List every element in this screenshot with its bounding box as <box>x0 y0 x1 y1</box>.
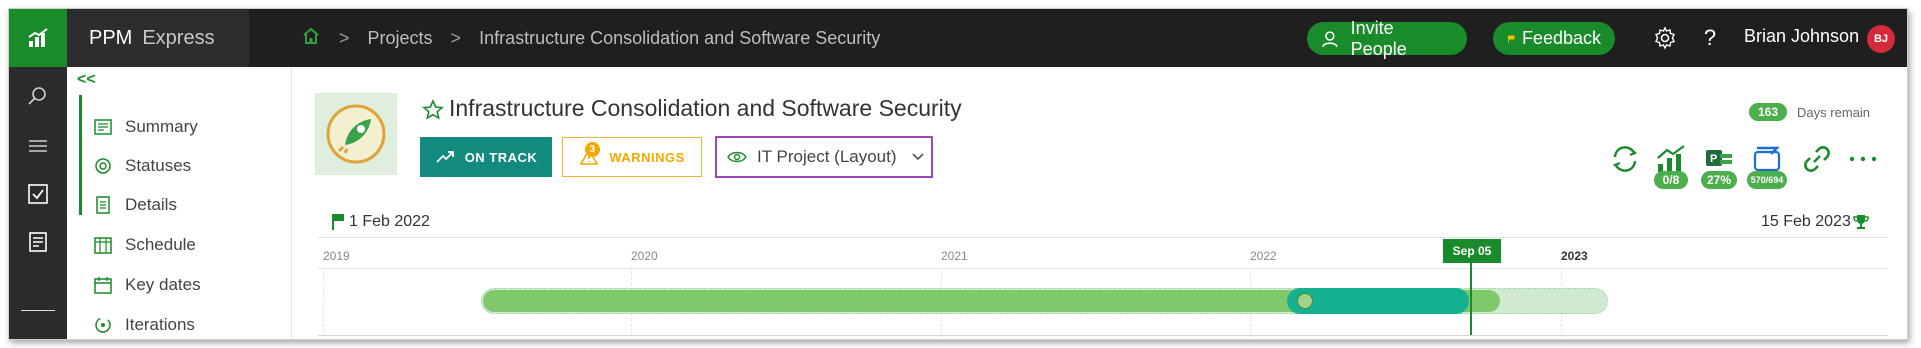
timeline-axis <box>318 237 1888 269</box>
brand[interactable]: PPM Express <box>67 9 249 67</box>
eye-icon <box>727 151 747 163</box>
sync-badge: 570/694 <box>1747 171 1787 189</box>
nav-label: Iterations <box>125 315 195 334</box>
checkbox-icon[interactable] <box>23 179 53 209</box>
warnings-button[interactable]: 3 WARNINGS <box>562 137 702 177</box>
nav-item-schedule[interactable]: Schedule <box>93 231 196 259</box>
app-window: PPM Express > Projects > Infrastructure … <box>8 8 1908 340</box>
rail-divider <box>21 310 55 311</box>
link-icon[interactable] <box>1799 141 1835 177</box>
warnings-count: 3 <box>585 142 600 157</box>
project-nav: << Summary Statuses Details Schedule Key… <box>67 67 292 339</box>
timeline-bottom-rule <box>318 335 1888 336</box>
nav-label: Details <box>125 195 177 214</box>
breadcrumb-projects[interactable]: Projects <box>368 28 433 49</box>
nav-label: Schedule <box>125 235 196 254</box>
today-label: Sep 05 <box>1443 239 1501 263</box>
project-image[interactable] <box>315 93 397 175</box>
year-label: 2021 <box>941 249 968 263</box>
project-title: Infrastructure Consolidation and Softwar… <box>449 95 962 121</box>
person-icon <box>1322 30 1338 47</box>
nav-label: Summary <box>125 117 198 136</box>
status-label: ON TRACK <box>464 149 538 165</box>
timeline-start-label: 1 Feb 2022 <box>349 213 430 230</box>
user-name[interactable]: Brian Johnson <box>1744 26 1859 47</box>
statuses-icon <box>93 156 113 176</box>
year-label: 2022 <box>1250 249 1277 263</box>
help-icon[interactable]: ? <box>1695 23 1725 53</box>
warnings-label: WARNINGS <box>609 149 685 165</box>
nav-label: Key dates <box>125 275 201 294</box>
app-logo[interactable] <box>9 9 67 67</box>
details-icon <box>93 195 113 215</box>
top-bar: PPM Express > Projects > Infrastructure … <box>9 9 1907 67</box>
timeline-end-label: 15 Feb 2023 <box>1761 213 1851 230</box>
year-label: 2023 <box>1561 249 1588 263</box>
timeline-end: 15 Feb 2023 <box>1761 213 1869 231</box>
feedback-button[interactable]: Feedback <box>1493 22 1615 55</box>
refresh-icon[interactable] <box>1607 141 1643 177</box>
breadcrumb-current: Infrastructure Consolidation and Softwar… <box>479 27 881 48</box>
timeline-start: 1 Feb 2022 <box>331 213 430 231</box>
key-dates-icon <box>93 275 113 295</box>
milestone-icon[interactable] <box>1297 293 1313 309</box>
invite-label: Invite People <box>1350 17 1407 59</box>
menu-icon[interactable] <box>23 131 53 161</box>
report-icon[interactable] <box>23 227 53 257</box>
days-label: Days remain <box>1797 104 1870 120</box>
breadcrumb: > Projects > Infrastructure Consolidatio… <box>301 9 880 67</box>
nav-item-iterations[interactable]: Iterations <box>93 311 195 339</box>
left-rail <box>9 67 67 339</box>
nav-item-statuses[interactable]: Statuses <box>93 152 191 180</box>
flag-start-icon <box>332 214 344 230</box>
year-label: 2019 <box>323 249 350 263</box>
nav-item-details[interactable]: Details <box>93 191 177 219</box>
nav-label: Statuses <box>125 156 192 175</box>
chevron-right-icon: > <box>339 27 350 48</box>
timeline-current-phase-bar[interactable] <box>1287 288 1469 314</box>
trophy-icon <box>1852 215 1869 229</box>
today-marker <box>1470 261 1472 335</box>
rocket-icon <box>326 104 386 164</box>
metrics-badge: 0/8 <box>1654 171 1688 189</box>
invite-people-button[interactable]: Invite People <box>1307 18 1467 59</box>
progress-badge: 27% <box>1701 171 1737 189</box>
brand-sub: Express <box>142 26 215 49</box>
feedback-label: Feedback <box>1521 28 1601 48</box>
trend-up-icon <box>436 151 454 163</box>
days-count: 163 <box>1749 103 1788 121</box>
search-icon[interactable] <box>23 81 53 111</box>
summary-icon <box>93 117 113 137</box>
layout-label: IT Project (Layout) <box>757 147 897 166</box>
nav-active-indicator <box>79 95 82 215</box>
brand-name: PPM <box>89 26 133 49</box>
chevron-down-icon <box>911 153 924 161</box>
svg-text:P: P <box>1710 153 1717 165</box>
chevron-right-icon: > <box>450 27 462 48</box>
nav-item-summary[interactable]: Summary <box>93 113 198 141</box>
grid-line <box>323 267 324 337</box>
layout-selector[interactable]: IT Project (Layout) <box>715 136 933 178</box>
flag-icon <box>1507 35 1515 42</box>
iterations-icon <box>93 315 113 335</box>
nav-item-key-dates[interactable]: Key dates <box>93 271 201 299</box>
days-remaining: 163 Days remain <box>1749 103 1870 121</box>
schedule-icon <box>93 235 113 255</box>
chart-logo-icon <box>28 28 48 47</box>
settings-gear-icon[interactable] <box>1650 23 1680 53</box>
avatar[interactable]: BJ <box>1867 25 1895 53</box>
status-badge[interactable]: ON TRACK <box>420 137 552 177</box>
more-options-icon[interactable] <box>1845 141 1881 177</box>
favorite-star-icon[interactable] <box>422 99 444 126</box>
year-label: 2020 <box>631 249 658 263</box>
collapse-icon[interactable]: << <box>77 71 96 89</box>
home-icon[interactable] <box>301 26 321 51</box>
